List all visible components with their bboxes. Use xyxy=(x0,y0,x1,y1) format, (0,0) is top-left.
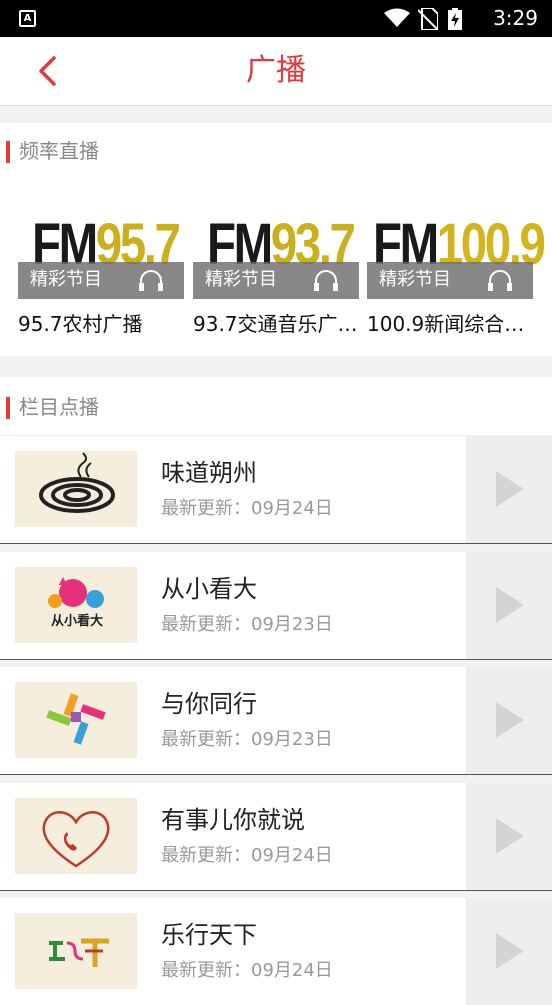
clock: 3:29 xyxy=(493,6,538,30)
program-thumbnail xyxy=(15,798,137,874)
program-title: 与你同行 xyxy=(161,690,257,718)
list-item[interactable]: 味道朔州 最新更新：09月24日 xyxy=(0,436,552,543)
play-icon xyxy=(496,471,524,507)
play-icon xyxy=(496,818,524,854)
program-title: 乐行天下 xyxy=(161,921,257,949)
play-button[interactable] xyxy=(466,898,552,1005)
list-item[interactable]: 与你同行 最新更新：09月23日 xyxy=(0,667,552,774)
program-title: 从小看大 xyxy=(161,575,257,603)
list-item[interactable]: 有事儿你就说 最新更新：09月24日 xyxy=(0,783,552,890)
program-updated: 最新更新：09月24日 xyxy=(161,845,333,866)
no-sim-icon xyxy=(418,8,438,30)
station-name: 95.7农村广播 xyxy=(18,312,143,336)
divider xyxy=(0,890,552,891)
app-bar: 广播 xyxy=(0,37,552,106)
program-thumbnail xyxy=(15,913,137,989)
overlay-label: 精彩节目 xyxy=(205,269,277,290)
frequency-live-section: 频率直播 FM95.7 精彩节目 95.7农村广播 FM93.7 精彩节目 93… xyxy=(0,123,552,356)
program-title: 有事儿你就说 xyxy=(161,806,305,834)
list-item[interactable]: 从小看大 从小看大 最新更新：09月23日 xyxy=(0,552,552,659)
play-button[interactable] xyxy=(466,436,552,543)
battery-charging-icon xyxy=(448,8,462,30)
list-item[interactable]: 乐行天下 最新更新：09月24日 xyxy=(0,898,552,1005)
headphones-icon xyxy=(314,270,338,291)
play-icon xyxy=(496,933,524,969)
section-header: 频率直播 xyxy=(0,123,552,179)
program-updated: 最新更新：09月24日 xyxy=(161,498,333,519)
overlay-label: 精彩节目 xyxy=(30,269,102,290)
section-accent-bar xyxy=(6,397,10,419)
section-accent-bar xyxy=(6,141,10,163)
play-button[interactable] xyxy=(466,667,552,774)
program-updated: 最新更新：09月23日 xyxy=(161,614,333,635)
svg-text:从小看大: 从小看大 xyxy=(51,613,103,629)
divider xyxy=(0,659,552,660)
notification-icon: A xyxy=(19,10,36,27)
program-overlay: 精彩节目 xyxy=(193,262,359,299)
program-on-demand-section: 栏目点播 xyxy=(0,377,552,435)
overlay-label: 精彩节目 xyxy=(379,269,451,290)
program-updated: 最新更新：09月23日 xyxy=(161,729,333,750)
station-name: 93.7交通音乐广… xyxy=(193,312,358,336)
wifi-icon xyxy=(384,8,410,27)
status-bar: A 3:29 xyxy=(0,0,552,37)
program-overlay: 精彩节目 xyxy=(367,262,533,299)
section-title: 栏目点播 xyxy=(19,395,99,419)
page-title: 广播 xyxy=(246,53,306,88)
program-thumbnail: 从小看大 xyxy=(15,567,137,643)
headphones-icon xyxy=(139,270,163,291)
section-title: 频率直播 xyxy=(19,139,99,163)
play-icon xyxy=(496,702,524,738)
program-title: 味道朔州 xyxy=(161,459,257,487)
play-button[interactable] xyxy=(466,783,552,890)
play-icon xyxy=(496,587,524,623)
station-name: 100.9新闻综合… xyxy=(367,312,525,336)
program-thumbnail xyxy=(15,682,137,758)
divider xyxy=(0,543,552,544)
program-updated: 最新更新：09月24日 xyxy=(161,960,333,981)
program-thumbnail xyxy=(15,451,137,527)
headphones-icon xyxy=(488,270,512,291)
divider xyxy=(0,774,552,775)
play-button[interactable] xyxy=(466,552,552,659)
program-overlay: 精彩节目 xyxy=(18,262,184,299)
section-header: 栏目点播 xyxy=(0,379,552,435)
